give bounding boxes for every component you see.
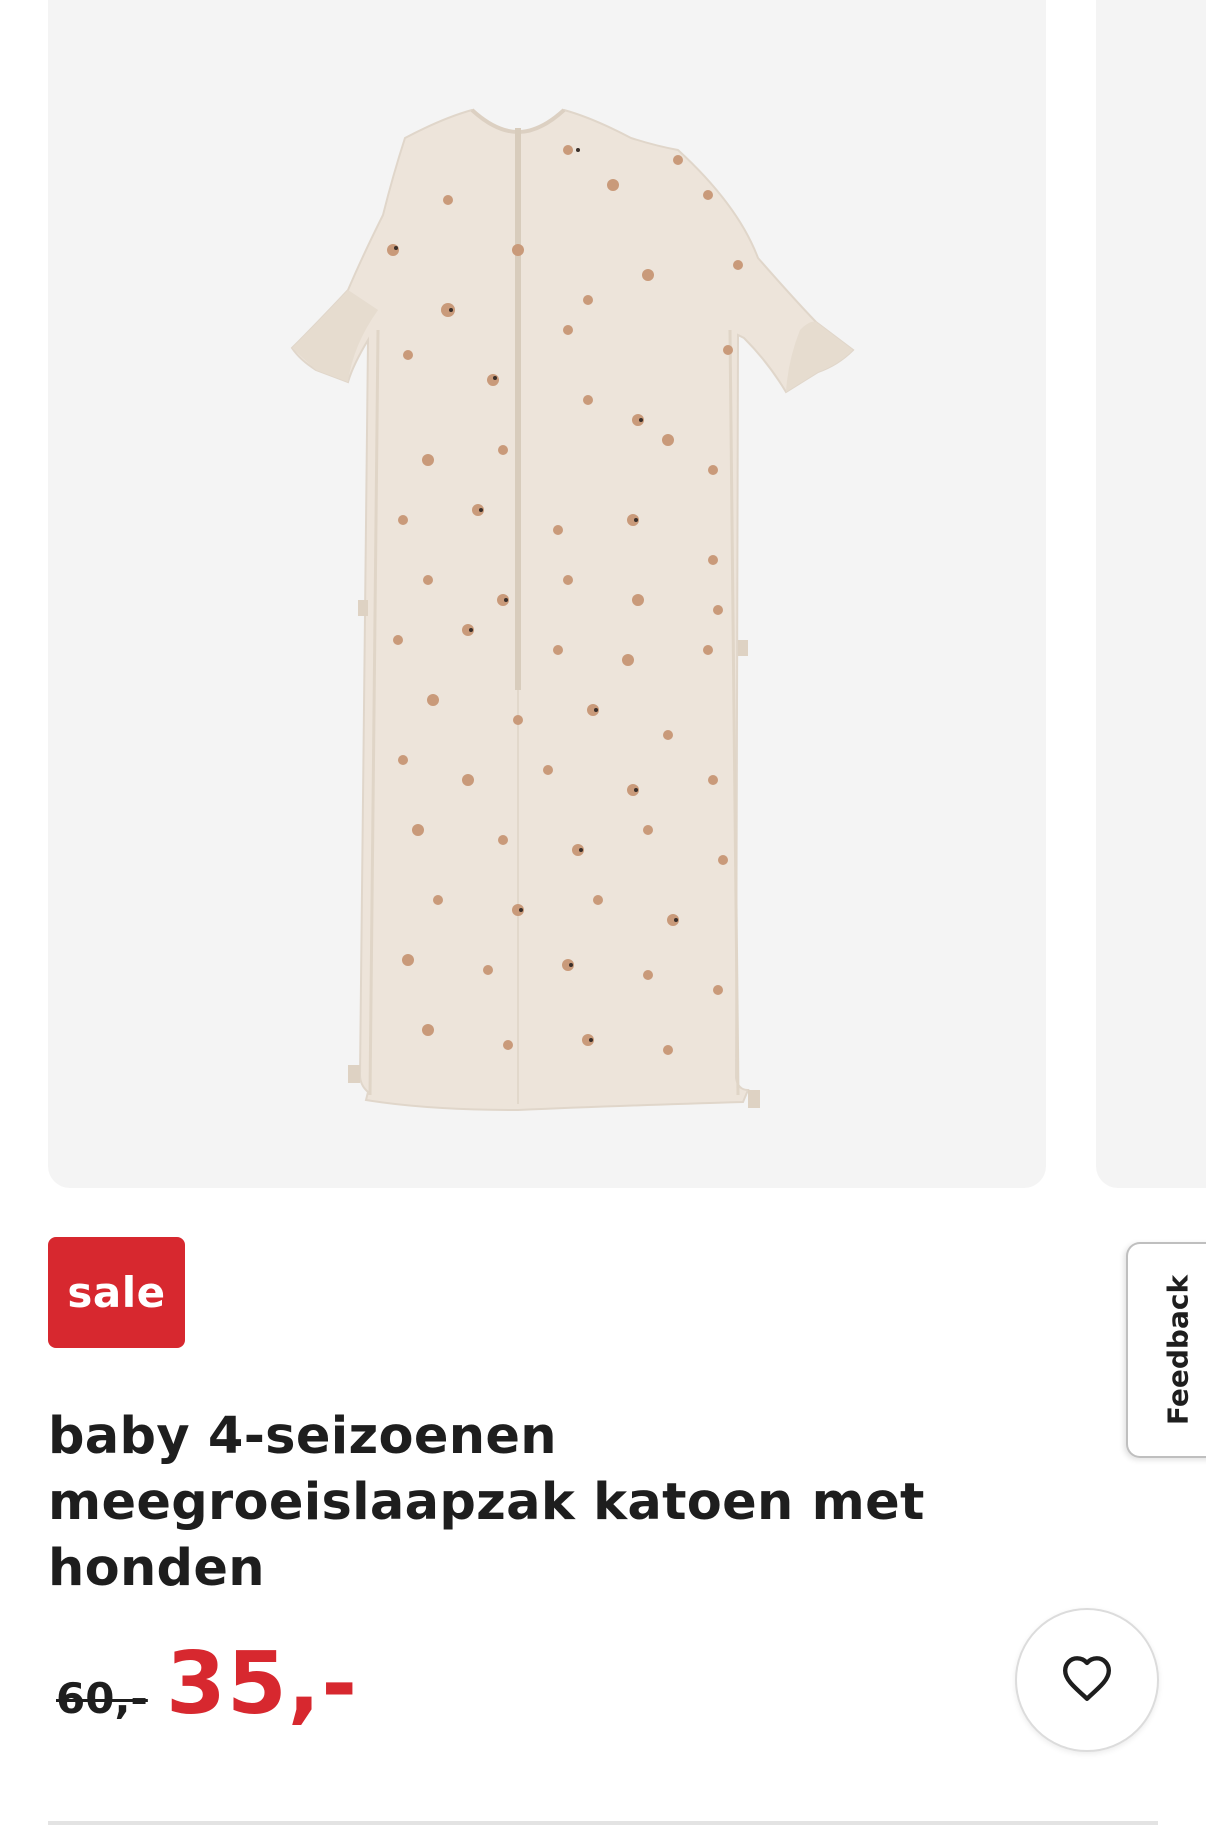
wishlist-button[interactable]: [1015, 1608, 1159, 1752]
heart-outline-icon: [1060, 1654, 1114, 1706]
divider: [48, 1821, 1158, 1825]
product-image-card[interactable]: [48, 0, 1046, 1188]
product-title[interactable]: baby 4-seizoenen meegroeislaapzak katoen…: [48, 1404, 1048, 1602]
feedback-label: Feedback: [1161, 1274, 1195, 1426]
feedback-tab[interactable]: Feedback: [1126, 1242, 1206, 1458]
product-image: [290, 108, 855, 1112]
next-product-image-card[interactable]: [1096, 0, 1206, 1188]
sale-badge-label: sale: [67, 1268, 166, 1317]
sale-badge: sale: [48, 1237, 185, 1348]
new-price: 35,-: [166, 1634, 359, 1734]
old-price: 60,-: [56, 1674, 148, 1723]
